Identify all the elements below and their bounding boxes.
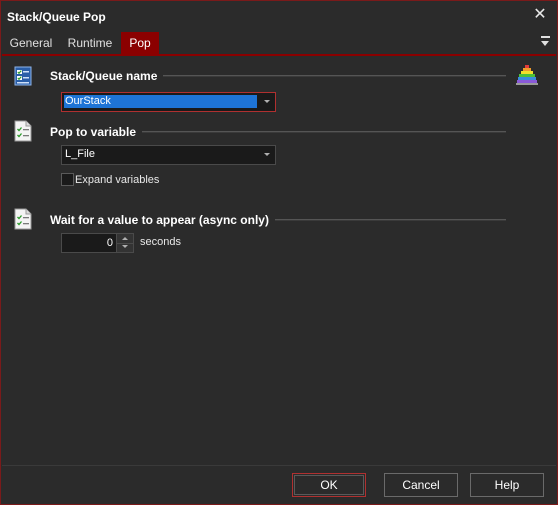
pop-to-variable-value: L_File — [65, 148, 95, 160]
pop-to-variable-label: Pop to variable — [50, 125, 143, 139]
list-icon — [14, 66, 32, 86]
pop-tab-content: Stack/Queue name OurStack Pop to variabl… — [2, 56, 556, 464]
window-title: Stack/Queue Pop — [7, 10, 106, 24]
title-bar: Stack/Queue Pop ✕ — [1, 1, 557, 31]
expand-variables-checkbox[interactable] — [61, 173, 74, 186]
chevron-down-icon[interactable] — [259, 146, 275, 164]
dialog-window: Stack/Queue Pop ✕ General Runtime Pop St… — [0, 0, 558, 505]
spinner-arrows — [116, 234, 133, 252]
stack-pyramid-icon[interactable] — [515, 63, 539, 87]
button-bar: OK Cancel Help — [2, 465, 556, 504]
help-button[interactable]: Help — [470, 473, 544, 497]
pop-to-variable-combo[interactable]: L_File — [61, 145, 276, 165]
expand-variables-label: Expand variables — [75, 174, 160, 186]
spinner-down-icon[interactable] — [117, 243, 133, 252]
stack-queue-name-combo[interactable]: OurStack — [61, 92, 276, 112]
chevron-down-icon[interactable] — [259, 93, 275, 111]
document-check-icon — [14, 208, 32, 230]
close-button[interactable]: ✕ — [531, 6, 549, 24]
cancel-button[interactable]: Cancel — [384, 473, 458, 497]
wait-seconds-value: 0 — [106, 237, 113, 249]
tab-pop[interactable]: Pop — [121, 32, 159, 54]
document-check-icon — [14, 120, 32, 142]
tab-menu-icon[interactable] — [541, 36, 551, 48]
stack-queue-name-value: OurStack — [64, 95, 257, 108]
tab-general[interactable]: General — [6, 32, 56, 54]
seconds-unit-label: seconds — [140, 236, 181, 248]
ok-button[interactable]: OK — [292, 473, 366, 497]
tab-runtime[interactable]: Runtime — [61, 32, 119, 54]
ok-button-label: OK — [294, 475, 364, 495]
stack-queue-name-label: Stack/Queue name — [50, 69, 164, 83]
wait-for-value-label: Wait for a value to appear (async only) — [50, 213, 275, 227]
tab-bar: General Runtime Pop — [2, 32, 556, 56]
wait-seconds-spinner[interactable]: 0 — [61, 233, 134, 253]
